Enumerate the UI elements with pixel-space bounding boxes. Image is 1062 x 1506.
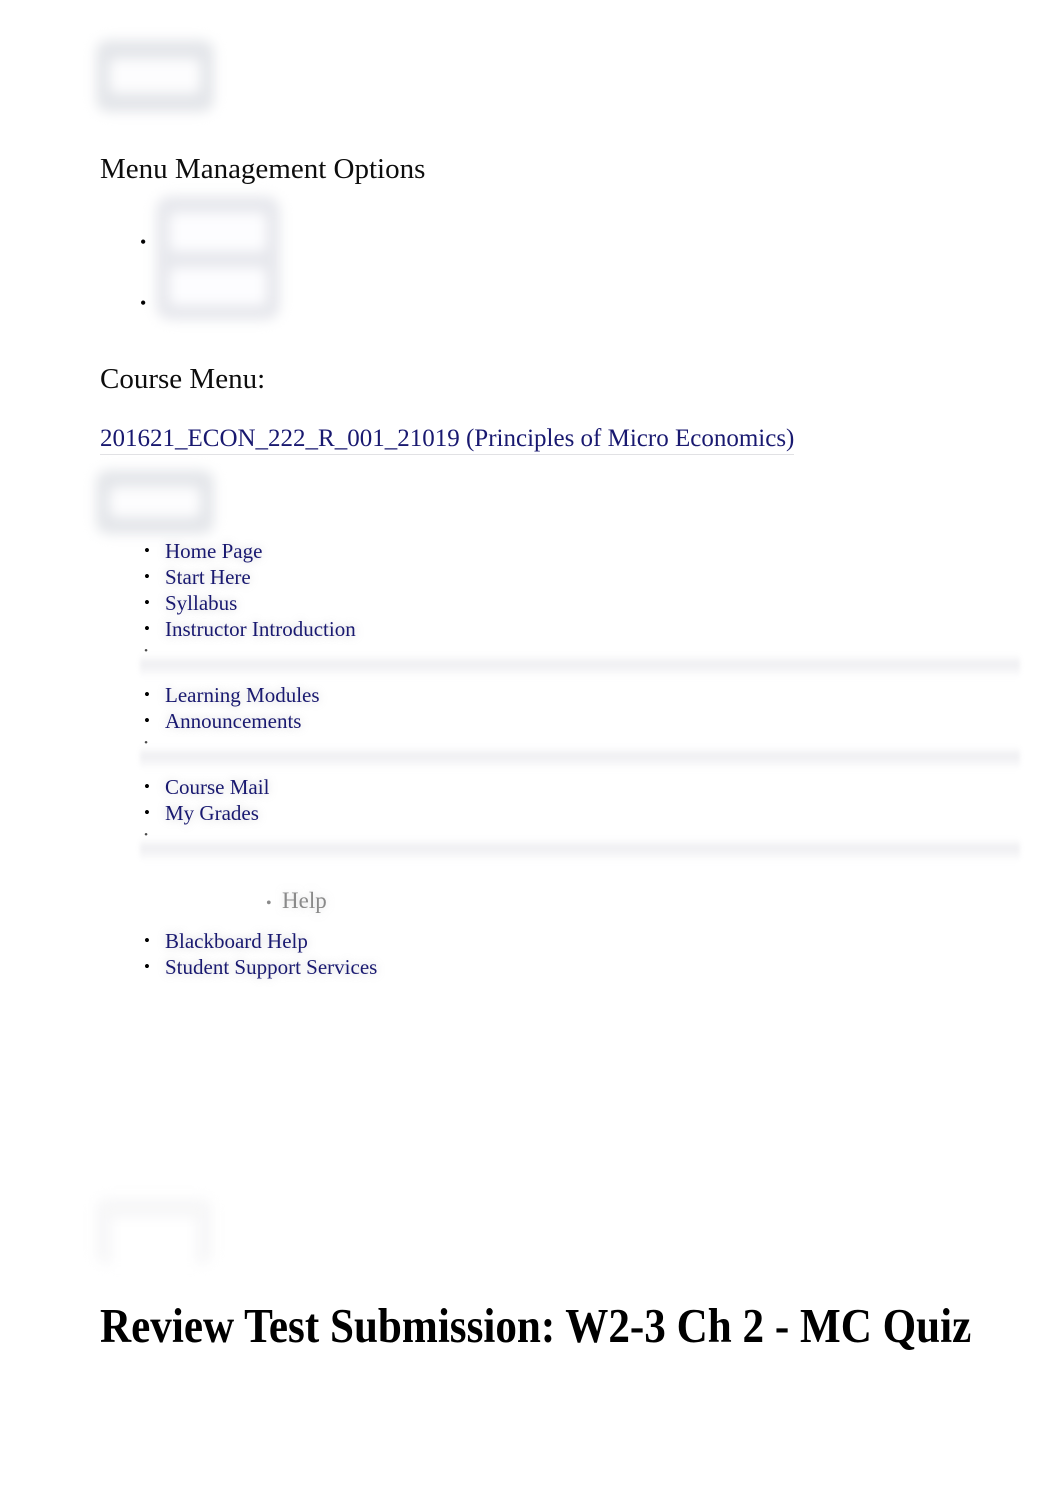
help-label-text: Help [282,888,327,913]
course-menu-item-course-mail[interactable]: • Course Mail [140,774,1040,800]
list-bullet-icon: • [144,711,150,730]
course-menu-divider: • [140,642,1040,676]
divider-rule [140,654,1020,676]
course-menu-link-label[interactable]: Instructor Introduction [165,616,356,642]
help-link-label[interactable]: Blackboard Help [165,928,308,954]
course-menu-heading: Course Menu: [100,363,266,395]
redacted-course-menu-control [96,470,214,534]
list-bullet-icon: • [144,593,150,612]
menu-option-bullet-2: • [140,293,147,313]
help-link-label[interactable]: Student Support Services [165,954,377,980]
course-menu-link-label[interactable]: Announcements [165,708,301,734]
course-menu-link-label[interactable]: Start Here [165,564,251,590]
redacted-button-row-1 [169,213,267,251]
list-bullet-icon: • [144,803,150,822]
course-menu-link-label[interactable]: Course Mail [165,774,269,800]
divider-rule [140,838,1020,860]
list-bullet-icon: • [144,567,150,586]
course-link[interactable]: 201621_ECON_222_R_001_21019 (Principles … [100,424,795,455]
list-bullet-icon: • [144,541,150,560]
list-bullet-icon: • [144,931,150,950]
list-bullet-icon: • [144,619,150,638]
course-menu-divider: • [140,734,1040,768]
help-links-list: • Blackboard Help • Student Support Serv… [140,928,740,980]
page-title: Review Test Submission: W2-3 Ch 2 - MC Q… [100,1298,972,1353]
help-item-student-support-services[interactable]: • Student Support Services [140,954,740,980]
menu-option-bullet-1: • [140,232,147,252]
course-menu-item-start-here[interactable]: • Start Here [140,564,1040,590]
course-menu-item-instructor-introduction[interactable]: • Instructor Introduction [140,616,1040,642]
help-bullet-icon: • [266,895,272,912]
course-menu-item-learning-modules[interactable]: • Learning Modules [140,682,1040,708]
course-menu-list: • Home Page • Start Here • Syllabus • In… [140,538,1040,860]
help-section-label: • Help [266,888,327,914]
course-menu-link-label[interactable]: Learning Modules [165,682,320,708]
list-bullet-icon: • [144,777,150,796]
list-bullet-icon: • [144,957,150,976]
redacted-toolbar-control-top [96,40,214,112]
course-menu-divider: • [140,826,1040,860]
list-bullet-icon: • [144,685,150,704]
course-menu-link-label[interactable]: Syllabus [165,590,237,616]
divider-rule [140,746,1020,768]
course-menu-link-label[interactable]: My Grades [165,800,259,826]
course-menu-link-label[interactable]: Home Page [165,538,262,564]
redacted-content-control [96,1198,212,1264]
course-menu-item-my-grades[interactable]: • My Grades [140,800,1040,826]
course-menu-item-announcements[interactable]: • Announcements [140,708,1040,734]
menu-management-heading: Menu Management Options [100,153,426,185]
course-menu-item-home-page[interactable]: • Home Page [140,538,1040,564]
redacted-button-row-2 [169,267,267,306]
course-menu-item-syllabus[interactable]: • Syllabus [140,590,1040,616]
redacted-menu-management-buttons [156,196,280,320]
help-item-blackboard-help[interactable]: • Blackboard Help [140,928,740,954]
